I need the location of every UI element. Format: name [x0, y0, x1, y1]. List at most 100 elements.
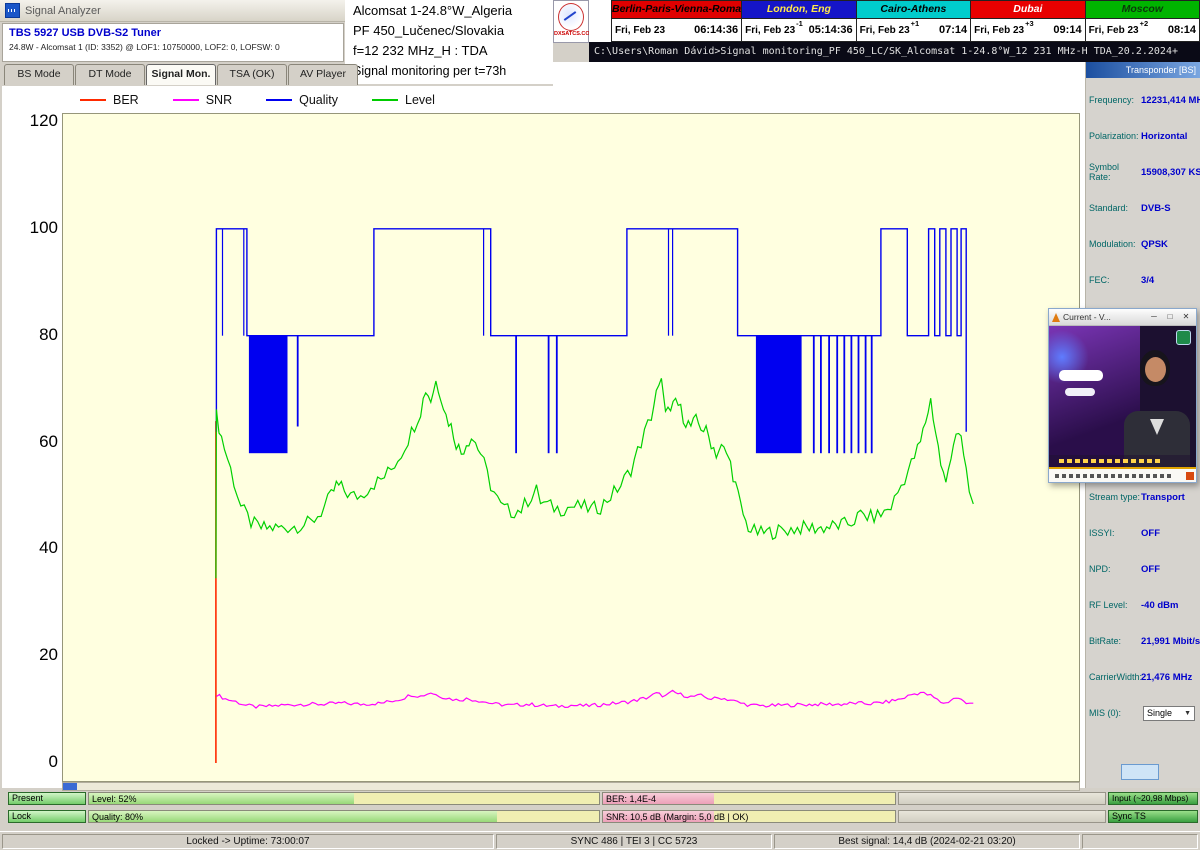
row-value: OFF [1141, 564, 1160, 575]
legend-item-snr: SNR [173, 93, 232, 107]
row-label: BitRate: [1089, 636, 1141, 646]
panel-misc-control[interactable] [1121, 764, 1159, 780]
clock-date: Fri, Feb 23 [615, 25, 665, 36]
empty-meter-track [898, 810, 1106, 823]
sync-cc-status: SYNC 486 | TEI 3 | CC 5723 [496, 834, 772, 849]
tab-tsa[interactable]: TSA (OK) [217, 64, 287, 85]
tuner-info-panel: TBS 5927 USB DVB-S2 Tuner 24.8W - Alcoms… [2, 23, 344, 62]
vlc-title-bar[interactable]: Current - V... ─ □ ✕ [1049, 309, 1196, 326]
y-axis-label: 80 [14, 325, 58, 345]
clock-date: Fri, Feb 23 [1089, 25, 1139, 36]
transponder-row-mis: MIS (0): Single▼ [1086, 695, 1200, 731]
clock-moscow: Moscow Fri, Feb 23+2 08:14 [1085, 0, 1200, 42]
ber-progress-bar: BER: 1,4E-4 [602, 792, 896, 805]
transponder-row: BitRate:21,991 Mbit/s [1086, 623, 1200, 659]
legend-label: BER [113, 93, 139, 107]
clock-offset: +2 [1140, 19, 1149, 28]
quality-bar-fill [89, 811, 497, 822]
clock-city: Moscow [1086, 1, 1199, 19]
quality-progress-bar: Quality: 80% [88, 810, 600, 823]
clock-time: 06:14:36 [694, 24, 738, 36]
transponder-row: Stream type:Transport [1086, 479, 1200, 515]
clock-berlin: Berlin-Paris-Vienna-Roma Fri, Feb 23 06:1… [611, 0, 742, 42]
dxsatcs-logo: DXSATCS.COM [553, 0, 589, 43]
clock-offset: -1 [796, 19, 803, 28]
row-label: MIS (0): [1089, 708, 1141, 718]
clock-time: 05:14:36 [809, 24, 853, 36]
transponder-row: FEC:3/4 [1086, 262, 1200, 298]
transponder-row: RF Level:-40 dBm [1086, 587, 1200, 623]
y-axis-label: 60 [14, 432, 58, 452]
signal-plot-area [62, 113, 1080, 782]
y-axis-label: 100 [14, 218, 58, 238]
clock-date: Fri, Feb 23 [860, 25, 910, 36]
clock-date: Fri, Feb 23 [745, 25, 795, 36]
row-value: 21,476 MHz [1141, 672, 1192, 683]
transponder-row: Polarization:Horizontal [1086, 118, 1200, 154]
clock-city: Dubai [971, 1, 1084, 19]
y-axis-label: 120 [14, 111, 58, 131]
tuner-details: 24.8W - Alcomsat 1 (ID: 3352) @ LOF1: 10… [9, 42, 337, 52]
level-line-swatch [372, 99, 398, 101]
legend-item-ber: BER [80, 93, 139, 107]
maximize-button[interactable]: □ [1162, 310, 1178, 325]
row-label: Polarization: [1089, 131, 1141, 141]
transponder-row: Symbol Rate:15908,307 KS/s [1086, 154, 1200, 190]
row-value: QPSK [1141, 239, 1168, 250]
clock-city: Berlin-Paris-Vienna-Roma [612, 1, 741, 19]
minimize-button[interactable]: ─ [1146, 310, 1162, 325]
clock-time: 08:14 [1168, 24, 1196, 36]
tab-dt-mode[interactable]: DT Mode [75, 64, 145, 85]
best-signal-status: Best signal: 14,4 dB (2024-02-21 03:20) [774, 834, 1080, 849]
row-value: -40 dBm [1141, 600, 1178, 611]
signal-analyzer-window: Signal Analyzer TBS 5927 USB DVB-S2 Tune… [0, 0, 1200, 850]
legend-label: Quality [299, 93, 338, 107]
row-label: Frequency: [1089, 95, 1141, 105]
row-label: CarrierWidth: [1089, 672, 1141, 682]
transponder-row: Modulation:QPSK [1086, 226, 1200, 262]
mis-select[interactable]: Single▼ [1143, 706, 1195, 721]
channel-graphic [1059, 370, 1103, 381]
row-label: Stream type: [1089, 492, 1141, 502]
legend-item-quality: Quality [266, 93, 338, 107]
row-value: 15908,307 KS/s [1141, 167, 1200, 178]
signal-chart-panel: BER SNR Quality Level 020406080100120 [2, 86, 1085, 788]
transponder-group-1: Frequency:12231,414 MHz Polarization:Hor… [1086, 82, 1200, 298]
plot-horizontal-scrollbar[interactable] [62, 782, 1080, 791]
row-label: ISSYI: [1089, 528, 1141, 538]
legend-item-level: Level [372, 93, 435, 107]
vlc-window-title: Current - V... [1063, 312, 1146, 322]
satellite-dish-icon [558, 3, 584, 31]
row-value: Horizontal [1141, 131, 1187, 142]
mis-selected-value: Single [1147, 708, 1172, 718]
transponder-row: CarrierWidth:21,476 MHz [1086, 659, 1200, 695]
vlc-video-frame[interactable] [1049, 326, 1196, 467]
snr-label: SNR: 10,5 dB (Margin: 5,0 dB | OK) [606, 812, 748, 822]
sync-ts-badge: Sync TS [1108, 810, 1198, 823]
news-anchor-face [1145, 357, 1166, 382]
clock-cairo: Cairo-Athens Fri, Feb 23+107:14 [856, 0, 971, 42]
close-button[interactable]: ✕ [1178, 310, 1194, 325]
quality-line-swatch [266, 99, 292, 101]
header-monitoring-title: Signal monitoring per t=73h [353, 61, 545, 81]
row-label: FEC: [1089, 275, 1141, 285]
on-screen-caption [1049, 455, 1196, 467]
clock-city: Cairo-Athens [857, 1, 970, 19]
tab-signal-mon[interactable]: Signal Mon. [146, 64, 216, 85]
header-satellite: Alcomsat 1-24.8°W_Algeria [353, 1, 545, 21]
tab-av-player[interactable]: AV Player [288, 64, 358, 85]
clock-time: 07:14 [939, 24, 967, 36]
scrollbar-thumb[interactable] [63, 783, 77, 790]
tab-bs-mode[interactable]: BS Mode [4, 64, 74, 85]
transponder-panel-caption: Transponder [BS] [1086, 62, 1200, 78]
input-rate-badge: Input (~20,98 Mbps) [1108, 792, 1198, 805]
vlc-player-window[interactable]: Current - V... ─ □ ✕ [1048, 308, 1197, 483]
row-label: Modulation: [1089, 239, 1141, 249]
vlc-cone-icon [1052, 313, 1060, 322]
level-label: Level: 52% [92, 794, 137, 804]
present-indicator: Present [8, 792, 86, 805]
legend-label: SNR [206, 93, 232, 107]
lock-indicator: Lock [8, 810, 86, 823]
transponder-row: Standard:DVB-S [1086, 190, 1200, 226]
empty-status-section [1082, 834, 1198, 849]
